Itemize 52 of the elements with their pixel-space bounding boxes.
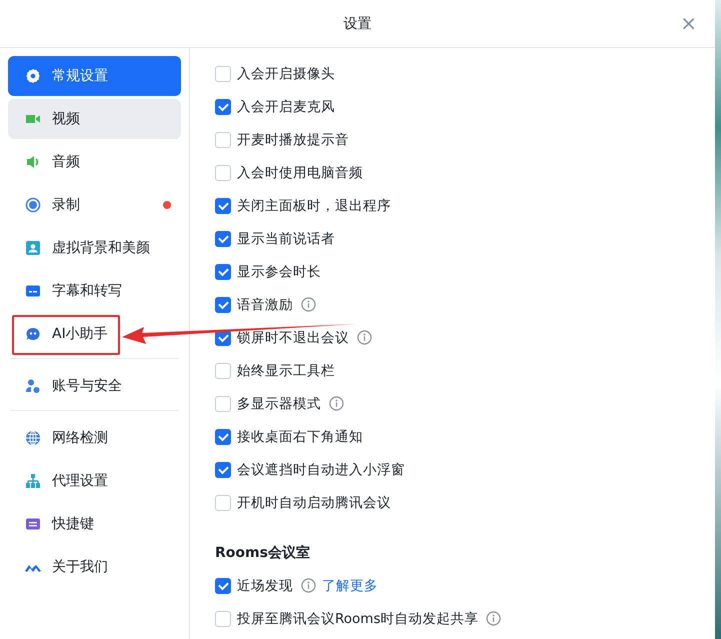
checkbox[interactable]: [215, 578, 231, 594]
sidebar-item[interactable]: 快捷键: [8, 504, 96, 544]
sidebar-item[interactable]: 代理设置: [8, 461, 110, 501]
record-icon: [25, 197, 41, 213]
sidebar-item[interactable]: 视频: [8, 99, 181, 139]
option-label: 语音激励: [237, 296, 293, 314]
info-icon[interactable]: [486, 611, 502, 626]
option-label: 接收桌面右下角通知: [237, 428, 363, 446]
info-icon[interactable]: [301, 297, 316, 312]
checkbox[interactable]: [215, 296, 231, 312]
option-label: 开机时自动启动腾讯会议: [237, 494, 391, 512]
option-label: 投屏至腾讯会议Rooms时自动发起共享: [237, 610, 478, 628]
option-label: 关闭主面板时，退出程序: [237, 196, 391, 214]
option-label: 近场发现: [237, 576, 293, 594]
info-icon[interactable]: [329, 396, 344, 411]
window-title: 设置: [344, 14, 372, 32]
option-label: 锁屏时不退出会议: [237, 328, 349, 346]
option-label: 开麦时播放提示音: [237, 130, 349, 148]
learn-more-link[interactable]: 了解更多: [322, 576, 378, 594]
subtitles-icon: [25, 283, 41, 299]
sidebar-item[interactable]: AI小助手: [8, 314, 110, 354]
option-label: 始终显示工具栏: [237, 362, 335, 380]
sidebar-item[interactable]: 账号与安全: [8, 366, 124, 406]
option-label: 多显示器模式: [237, 394, 321, 412]
sidebar-item[interactable]: 虚拟背景和美颜: [8, 228, 152, 268]
portrait-icon: [25, 240, 41, 256]
info-icon[interactable]: [301, 578, 316, 593]
checkbox[interactable]: [215, 98, 231, 114]
option-label: 入会开启摄像头: [237, 64, 335, 82]
keyboard-icon: [25, 516, 41, 532]
sidebar-item[interactable]: 录制: [8, 185, 181, 225]
section-heading: Rooms会议室: [215, 544, 311, 563]
sidebar-item[interactable]: 关于我们: [8, 547, 110, 587]
checkbox[interactable]: [215, 264, 231, 280]
sidebar-item[interactable]: 字幕和转写: [8, 271, 124, 311]
gear-icon: [25, 68, 41, 84]
sidebar-item[interactable]: 音频: [8, 142, 82, 182]
option-label: 入会开启麦克风: [237, 98, 335, 116]
option-label: 会议遮挡时自动进入小浮窗: [237, 460, 405, 478]
sidebar-item[interactable]: 网络检测: [8, 418, 110, 458]
speaker-icon: [25, 154, 41, 170]
checkbox[interactable]: [215, 462, 231, 478]
option-label: 显示当前说话者: [237, 230, 335, 248]
checkbox[interactable]: [215, 230, 231, 246]
info-icon[interactable]: [357, 330, 372, 345]
checkbox[interactable]: [215, 198, 231, 214]
sidebar-item[interactable]: 常规设置: [8, 56, 181, 96]
network-tree-icon: [25, 473, 41, 489]
checkbox[interactable]: [215, 428, 231, 444]
option-label: 显示参会时长: [237, 262, 321, 280]
option-label: 入会时使用电脑音频: [237, 164, 363, 182]
globe-icon: [25, 430, 41, 446]
